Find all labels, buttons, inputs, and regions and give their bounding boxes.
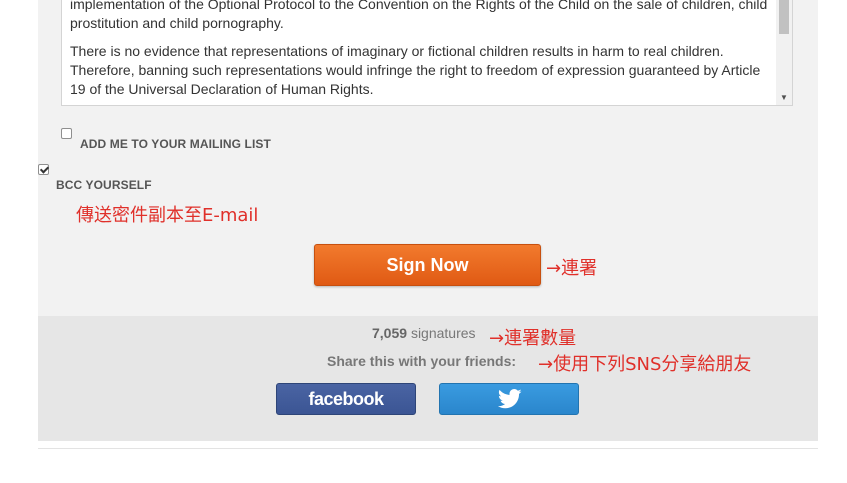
letter-paragraph-1: implementation of the Optional Protocol …	[70, 0, 768, 31]
letter-scrollbar-thumb[interactable]	[779, 0, 789, 34]
count-annotation: →連署數量	[489, 328, 577, 349]
twitter-bird-icon	[498, 389, 522, 409]
signature-count: 7,059 signatures	[372, 325, 476, 341]
scroll-down-arrow-icon[interactable]: ▼	[776, 93, 792, 103]
signature-count-suffix: signatures	[410, 325, 476, 341]
share-label: Share this with your friends:	[327, 353, 517, 369]
sign-now-button[interactable]: Sign Now	[314, 244, 541, 286]
bcc-annotation: 傳送密件副本至E-mail	[76, 205, 259, 226]
bcc-checkbox[interactable]	[38, 164, 49, 175]
sign-annotation: →連署	[546, 258, 598, 279]
mailing-list-label: ADD ME TO YOUR MAILING LIST	[80, 137, 271, 151]
bottom-divider	[38, 448, 818, 449]
mailing-list-checkbox[interactable]	[61, 128, 72, 139]
share-annotation: →使用下列SNS分享給朋友	[538, 354, 752, 375]
petition-letter-textbox[interactable]: implementation of the Optional Protocol …	[61, 0, 793, 106]
letter-scrollbar[interactable]: ▼	[776, 0, 792, 105]
letter-paragraph-2: There is no evidence that representation…	[70, 43, 761, 97]
twitter-share-button[interactable]	[439, 383, 579, 415]
petition-letter-text: implementation of the Optional Protocol …	[70, 0, 770, 105]
bcc-label: BCC YOURSELF	[56, 178, 152, 192]
facebook-share-button[interactable]: facebook	[276, 383, 416, 415]
signature-count-number: 7,059	[372, 325, 408, 341]
